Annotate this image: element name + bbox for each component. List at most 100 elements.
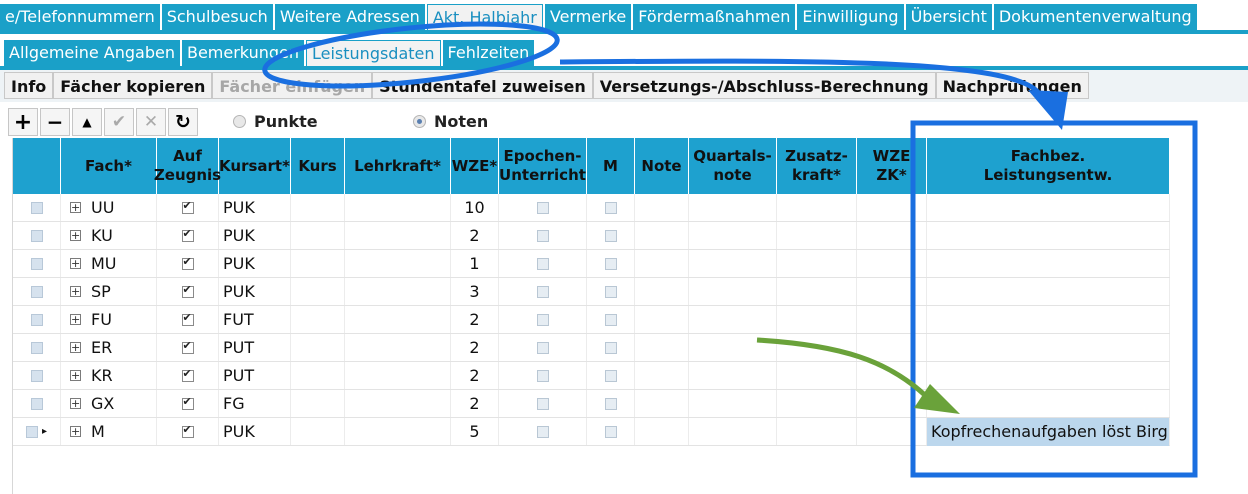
cell-quartalsnote[interactable] (689, 334, 777, 361)
cell-kurs[interactable] (291, 194, 345, 221)
cell-kursart[interactable]: PUK (219, 194, 291, 221)
epochen-checkbox[interactable] (536, 257, 549, 270)
cell-zusatzkraft[interactable] (777, 306, 857, 333)
expand-icon[interactable]: + (70, 286, 81, 297)
cell-m[interactable] (587, 362, 635, 389)
cell-wze-zk[interactable] (857, 390, 927, 417)
table-row[interactable]: + FU FUT 2 (13, 306, 1170, 334)
cell-lehrkraft[interactable] (345, 194, 451, 221)
cell-kurs[interactable] (291, 390, 345, 417)
cell-zusatzkraft[interactable] (777, 418, 857, 445)
cell-select[interactable] (13, 306, 61, 333)
row-selector-icon[interactable] (30, 369, 43, 382)
cell-quartalsnote[interactable] (689, 418, 777, 445)
cell-wze[interactable]: 3 (451, 278, 499, 305)
table-row[interactable]: + KU PUK 2 (13, 222, 1170, 250)
cell-quartalsnote[interactable] (689, 250, 777, 277)
cell-wze[interactable]: 2 (451, 334, 499, 361)
row-selector-icon[interactable] (30, 313, 43, 326)
nachpruefungen-button[interactable]: Nachprüfungen (935, 72, 1089, 99)
table-row[interactable]: + ER PUT 2 (13, 334, 1170, 362)
cell-quartalsnote[interactable] (689, 362, 777, 389)
cell-note[interactable] (635, 222, 689, 249)
cell-note[interactable] (635, 362, 689, 389)
zeugnis-checkbox[interactable] (181, 339, 194, 354)
cell-zusatzkraft[interactable] (777, 362, 857, 389)
table-row[interactable]: + UU PUK 10 (13, 194, 1170, 222)
m-checkbox[interactable] (604, 313, 617, 326)
cell-lehrkraft[interactable] (345, 306, 451, 333)
cell-m[interactable] (587, 250, 635, 277)
cell-note[interactable] (635, 390, 689, 417)
tab-dokumentenverwaltung[interactable]: Dokumentenverwaltung (993, 4, 1197, 30)
m-checkbox[interactable] (604, 201, 617, 214)
cell-fach[interactable]: + ER (61, 334, 157, 361)
cell-wze[interactable]: 2 (451, 306, 499, 333)
expand-icon[interactable]: + (70, 370, 81, 381)
cell-select[interactable] (13, 334, 61, 361)
cell-kurs[interactable] (291, 334, 345, 361)
row-selector-icon[interactable] (25, 425, 38, 438)
cell-quartalsnote[interactable] (689, 278, 777, 305)
faecher-kopieren-button[interactable]: Fächer kopieren (53, 72, 213, 99)
cell-fachbez[interactable] (927, 250, 1170, 277)
cell-zeugnis[interactable] (157, 250, 219, 277)
col-fachbez[interactable]: Fachbez. Leistungsentw. (927, 138, 1170, 194)
cell-wze-zk[interactable] (857, 278, 927, 305)
cell-note[interactable] (635, 306, 689, 333)
cell-lehrkraft[interactable] (345, 418, 451, 445)
tab-foerdermassnahmen[interactable]: Fördermaßnahmen (633, 4, 796, 30)
cancel-icon[interactable]: ✕ (136, 108, 166, 136)
zeugnis-checkbox[interactable] (181, 395, 194, 410)
expand-icon[interactable]: + (70, 426, 81, 437)
cell-lehrkraft[interactable] (345, 334, 451, 361)
table-row[interactable]: + KR PUT 2 (13, 362, 1170, 390)
epochen-checkbox[interactable] (536, 369, 549, 382)
cell-zusatzkraft[interactable] (777, 278, 857, 305)
cell-quartalsnote[interactable] (689, 222, 777, 249)
cell-kurs[interactable] (291, 362, 345, 389)
radio-noten-dot[interactable] (413, 115, 426, 128)
col-wze-zk[interactable]: WZE ZK* (857, 138, 927, 194)
epochen-checkbox[interactable] (536, 313, 549, 326)
cell-fachbez[interactable] (927, 306, 1170, 333)
cell-zeugnis[interactable] (157, 194, 219, 221)
cell-fachbez[interactable] (927, 222, 1170, 249)
cell-kurs[interactable] (291, 278, 345, 305)
cell-m[interactable] (587, 278, 635, 305)
cell-kursart[interactable]: PUT (219, 334, 291, 361)
cell-zeugnis[interactable] (157, 390, 219, 417)
cell-epochen[interactable] (499, 418, 587, 445)
cell-kurs[interactable] (291, 418, 345, 445)
cell-wze[interactable]: 2 (451, 390, 499, 417)
cell-zusatzkraft[interactable] (777, 194, 857, 221)
epochen-checkbox[interactable] (536, 341, 549, 354)
cell-kurs[interactable] (291, 306, 345, 333)
cell-zeugnis[interactable] (157, 222, 219, 249)
stundentafel-zuweisen-button[interactable]: Stundentafel zuweisen (372, 72, 593, 99)
cell-zeugnis[interactable] (157, 334, 219, 361)
m-checkbox[interactable] (604, 285, 617, 298)
cell-m[interactable] (587, 306, 635, 333)
cell-m[interactable] (587, 222, 635, 249)
col-zusatzkraft[interactable]: Zusatz- kraft* (777, 138, 857, 194)
cell-kursart[interactable]: FUT (219, 306, 291, 333)
m-checkbox[interactable] (604, 369, 617, 382)
cell-epochen[interactable] (499, 194, 587, 221)
fachbez-text[interactable]: Kopfrechenaufgaben löst Birg... (927, 417, 1169, 446)
tab-leistungsdaten[interactable]: Leistungsdaten (306, 40, 441, 66)
refresh-icon[interactable]: ↻ (168, 108, 198, 136)
expand-icon[interactable]: + (70, 202, 81, 213)
col-note[interactable]: Note (635, 138, 689, 194)
zeugnis-checkbox[interactable] (181, 227, 194, 242)
expand-icon[interactable]: + (70, 398, 81, 409)
cell-fach[interactable]: + M (61, 418, 157, 445)
cell-zusatzkraft[interactable] (777, 222, 857, 249)
versetzungs-berechnung-button[interactable]: Versetzungs-/Abschluss-Berechnung (592, 72, 936, 99)
info-button[interactable]: Info (4, 72, 54, 99)
cell-note[interactable] (635, 194, 689, 221)
row-selector-icon[interactable] (30, 285, 43, 298)
m-checkbox[interactable] (604, 229, 617, 242)
epochen-checkbox[interactable] (536, 397, 549, 410)
cell-fach[interactable]: + UU (61, 194, 157, 221)
